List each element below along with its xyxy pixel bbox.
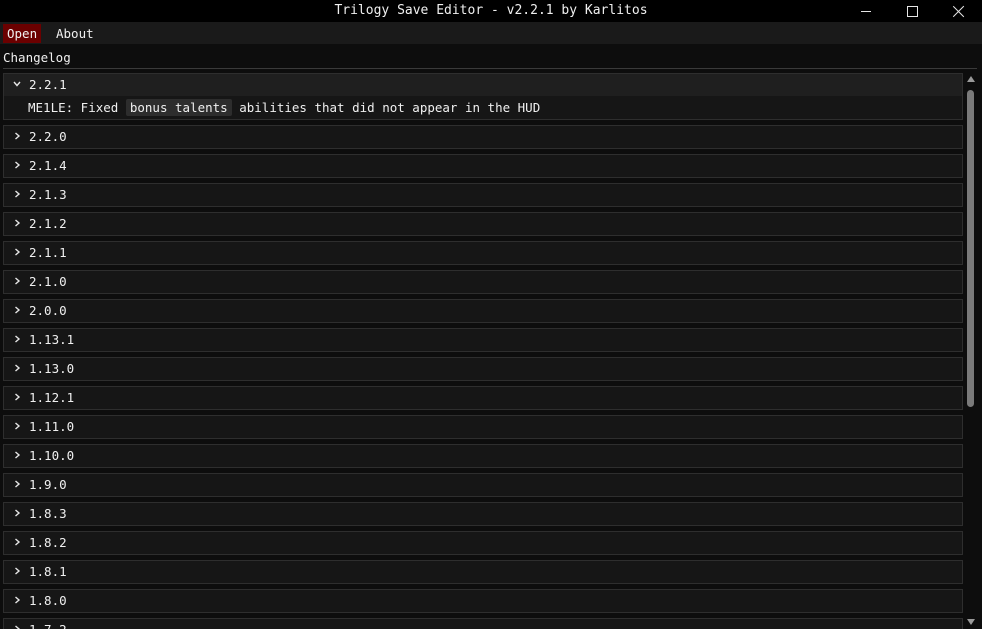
changelog-item[interactable]: 1.8.1 — [3, 560, 963, 584]
chevron-right-icon — [15, 277, 21, 285]
chevron-right-icon — [15, 364, 21, 372]
minimize-button[interactable] — [843, 0, 889, 22]
changelog-version-label: 1.9.0 — [29, 477, 67, 492]
vertical-scrollbar[interactable] — [965, 73, 978, 629]
chevron-down-icon — [13, 81, 21, 87]
maximize-button[interactable] — [889, 0, 935, 22]
chevron-right-icon — [15, 306, 21, 314]
minimize-icon — [861, 10, 871, 12]
changelog-version-label: 1.8.3 — [29, 506, 67, 521]
changelog-item[interactable]: 2.1.3 — [3, 183, 963, 207]
changelog-item[interactable]: 1.8.3 — [3, 502, 963, 526]
title-bar: Trilogy Save Editor - v2.2.1 by Karlitos — [0, 0, 982, 22]
changelog-version-label: 2.1.1 — [29, 245, 67, 260]
changelog-version-label: 1.8.1 — [29, 564, 67, 579]
changelog-version-label: 2.2.1 — [29, 77, 67, 92]
changelog-item-header[interactable]: 2.2.1 — [4, 74, 962, 96]
changelog-item-expanded: 2.2.1 ME1LE: Fixed bonus talents abiliti… — [3, 73, 963, 120]
chevron-right-icon — [15, 132, 21, 140]
window-title: Trilogy Save Editor - v2.2.1 by Karlitos — [334, 3, 648, 18]
changelog-entry: ME1LE: Fixed bonus talents abilities tha… — [28, 99, 541, 116]
changelog-item[interactable]: 1.10.0 — [3, 444, 963, 468]
chevron-right-icon — [15, 509, 21, 517]
chevron-right-icon — [15, 625, 21, 629]
maximize-icon — [906, 5, 918, 17]
changelog-item[interactable]: 2.1.4 — [3, 154, 963, 178]
changelog-version-label: 1.7.2 — [29, 622, 67, 629]
changelog-item[interactable]: 2.0.0 — [3, 299, 963, 323]
entry-text-suffix: abilities that did not appear in the HUD — [231, 100, 541, 115]
changelog-item[interactable]: 1.9.0 — [3, 473, 963, 497]
menu-about[interactable]: About — [52, 24, 98, 43]
entry-text-prefix: ME1LE: Fixed — [28, 100, 126, 115]
chevron-right-icon — [15, 451, 21, 459]
heading-divider — [3, 68, 977, 69]
close-button[interactable] — [935, 0, 981, 22]
changelog-version-label: 2.1.4 — [29, 158, 67, 173]
changelog-item[interactable]: 1.12.1 — [3, 386, 963, 410]
chevron-right-icon — [15, 219, 21, 227]
changelog-item[interactable]: 2.1.0 — [3, 270, 963, 294]
changelog-item[interactable]: 1.13.0 — [3, 357, 963, 381]
changelog-version-label: 1.13.0 — [29, 361, 75, 376]
chevron-right-icon — [15, 393, 21, 401]
changelog-version-label: 2.0.0 — [29, 303, 67, 318]
close-icon — [952, 5, 965, 18]
changelog-item[interactable]: 2.1.1 — [3, 241, 963, 265]
changelog-version-label: 2.1.2 — [29, 216, 67, 231]
changelog-version-label: 1.10.0 — [29, 448, 75, 463]
changelog-version-label: 1.11.0 — [29, 419, 75, 434]
changelog-item[interactable]: 1.13.1 — [3, 328, 963, 352]
changelog-item[interactable]: 1.8.0 — [3, 589, 963, 613]
chevron-right-icon — [15, 567, 21, 575]
menu-open[interactable]: Open — [3, 24, 42, 43]
scroll-up-arrow-icon[interactable] — [967, 76, 975, 82]
changelog-item[interactable]: 2.2.0 — [3, 125, 963, 149]
scroll-down-arrow-icon[interactable] — [967, 619, 975, 625]
chevron-right-icon — [15, 596, 21, 604]
changelog-version-label: 1.8.2 — [29, 535, 67, 550]
changelog-list: 2.2.1 ME1LE: Fixed bonus talents abiliti… — [3, 73, 964, 629]
changelog-item[interactable]: 2.1.2 — [3, 212, 963, 236]
changelog-item[interactable]: 1.11.0 — [3, 415, 963, 439]
chevron-right-icon — [15, 538, 21, 546]
changelog-version-label: 2.2.0 — [29, 129, 67, 144]
changelog-version-label: 2.1.0 — [29, 274, 67, 289]
chevron-right-icon — [15, 161, 21, 169]
chevron-right-icon — [15, 248, 21, 256]
menu-bar: Open About — [0, 22, 982, 44]
chevron-right-icon — [15, 190, 21, 198]
changelog-item[interactable]: 1.8.2 — [3, 531, 963, 555]
chevron-right-icon — [15, 480, 21, 488]
changelog-version-label: 2.1.3 — [29, 187, 67, 202]
changelog-item[interactable]: 1.7.2 — [3, 618, 963, 629]
changelog-version-label: 1.13.1 — [29, 332, 75, 347]
changelog-version-label: 1.8.0 — [29, 593, 67, 608]
entry-highlight-tag: bonus talents — [125, 99, 232, 116]
app-window: Trilogy Save Editor - v2.2.1 by Karlitos… — [0, 0, 982, 629]
scrollbar-thumb[interactable] — [967, 90, 974, 407]
changelog-version-label: 1.12.1 — [29, 390, 75, 405]
chevron-right-icon — [15, 422, 21, 430]
chevron-right-icon — [15, 335, 21, 343]
changelog-heading: Changelog — [3, 50, 71, 65]
